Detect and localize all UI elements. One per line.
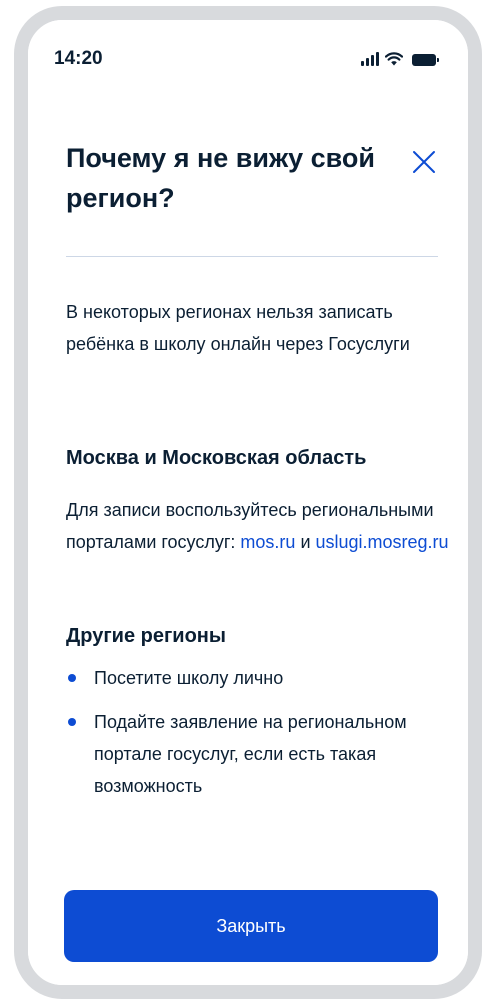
status-icons	[361, 50, 439, 66]
divider	[66, 256, 438, 257]
moscow-section-title: Москва и Московская область	[66, 447, 367, 469]
modal-title: Почему я не вижу свой регион?	[66, 143, 375, 213]
other-regions-list: Посетите школу лично Подайте заявление н…	[66, 662, 436, 814]
cellular-signal-icon	[361, 52, 379, 66]
list-item: Посетите школу лично	[66, 662, 436, 694]
device-frame: 14:20 Почему я не вижу свой регион? В не…	[14, 6, 482, 999]
status-bar: 14:20	[28, 20, 468, 90]
status-time: 14:20	[54, 48, 103, 69]
close-button[interactable]: Закрыть	[64, 890, 438, 962]
uslugi-mosreg-link[interactable]: uslugi.mosreg.ru	[316, 532, 449, 552]
other-regions-title: Другие регионы	[66, 625, 226, 647]
intro-text: В некоторых регионах нельзя записать реб…	[66, 302, 410, 354]
wifi-icon	[385, 52, 403, 66]
mos-ru-link[interactable]: mos.ru	[240, 532, 295, 552]
bullet-dot-icon	[68, 718, 76, 726]
moscow-section-text: Для записи воспользуйтесь региональными …	[66, 494, 456, 558]
close-icon[interactable]	[410, 148, 438, 176]
list-item-text: Посетите школу лично	[94, 668, 284, 688]
bullet-dot-icon	[68, 674, 76, 682]
battery-icon	[412, 54, 439, 66]
list-item: Подайте заявление на региональном портал…	[66, 706, 436, 802]
screen: 14:20 Почему я не вижу свой регион? В не…	[28, 20, 468, 985]
moscow-conjunction: и	[295, 532, 316, 552]
list-item-text: Подайте заявление на региональном портал…	[94, 712, 407, 796]
